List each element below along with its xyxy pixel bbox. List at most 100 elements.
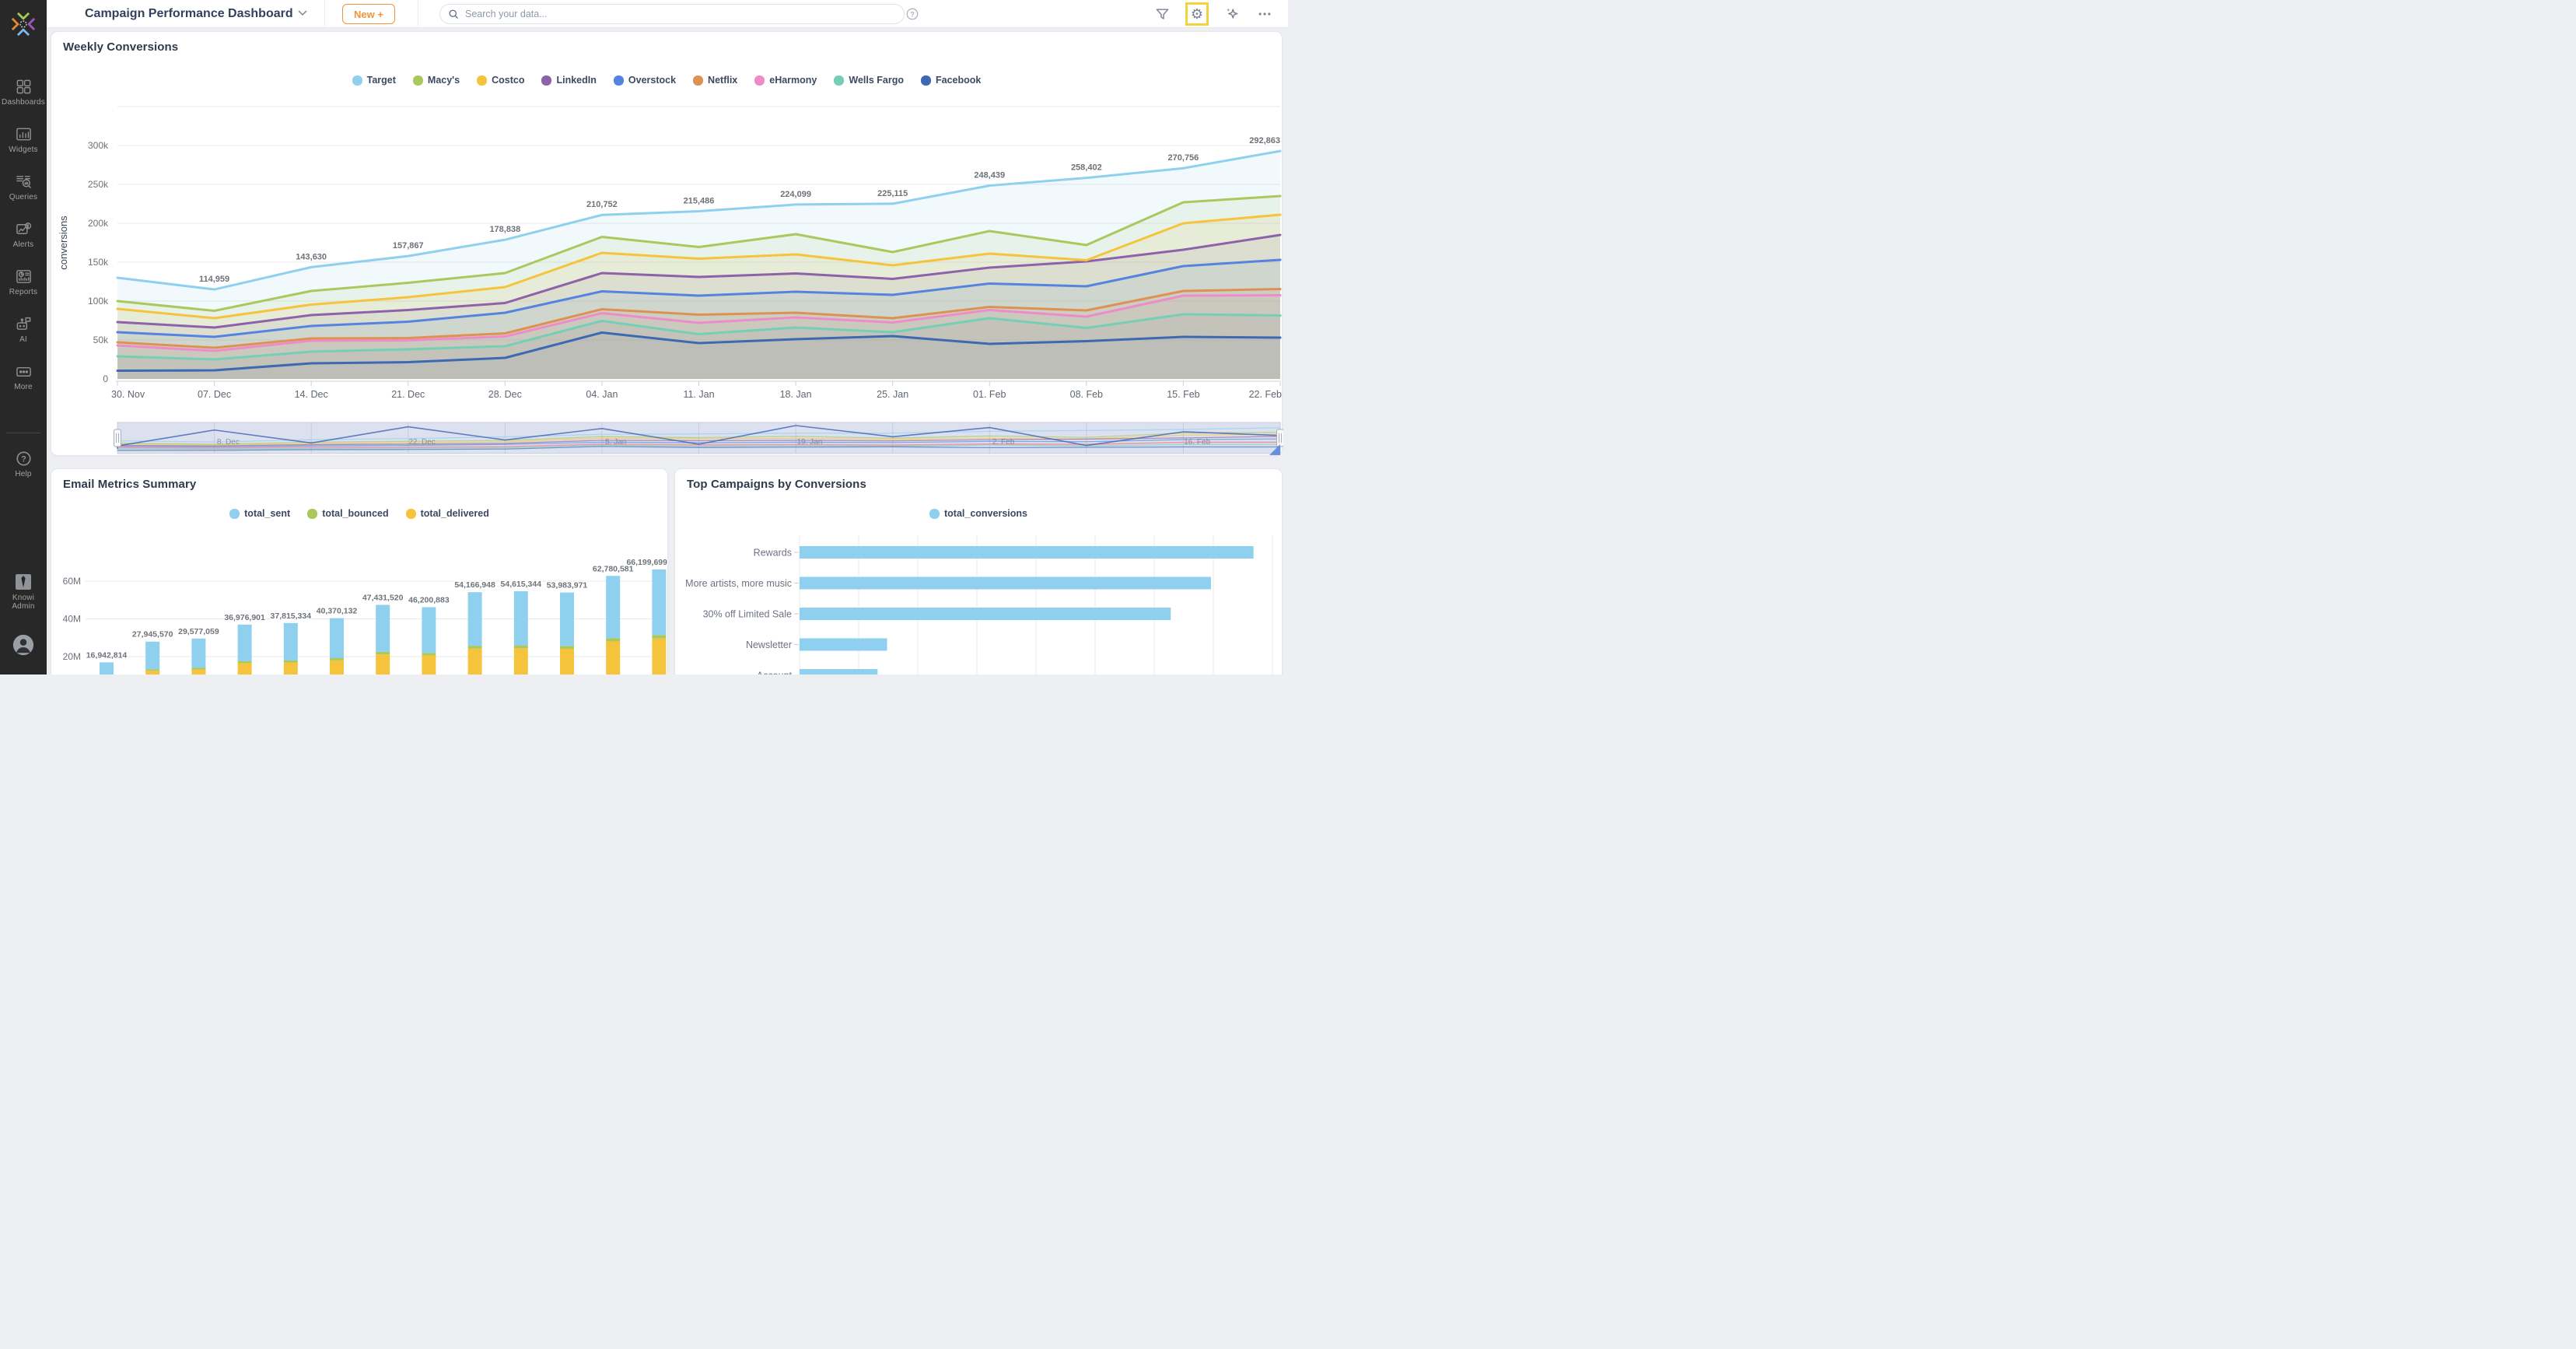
- bar-segment-total-delivered[interactable]: [376, 654, 390, 674]
- bar-account[interactable]: [800, 669, 877, 674]
- navigator-right-handle[interactable]: [1277, 429, 1284, 447]
- query-search-icon: [15, 173, 33, 191]
- bar-segment-total-sent[interactable]: [330, 618, 344, 658]
- sidebar-item-more[interactable]: More: [0, 353, 47, 401]
- gear-icon[interactable]: ⚙: [1188, 5, 1206, 23]
- bar-segment-total-delivered[interactable]: [652, 639, 666, 674]
- bar-segment-total-sent[interactable]: [376, 604, 390, 651]
- bar-newsletter[interactable]: [800, 639, 887, 651]
- bar-segment-total-bounced[interactable]: [191, 667, 205, 669]
- ellipsis-box-icon: [15, 363, 33, 380]
- search-icon: [448, 9, 460, 20]
- chevron-down-icon[interactable]: [298, 10, 307, 16]
- bar-segment-total-delivered[interactable]: [606, 641, 620, 674]
- navigator-date-label: 5. Jan: [605, 438, 626, 447]
- bar-segment-total-sent[interactable]: [514, 591, 528, 646]
- bar-segment-total-bounced[interactable]: [145, 669, 159, 671]
- bar-segment-total-delivered[interactable]: [330, 660, 344, 674]
- bar-segment-total-delivered[interactable]: [145, 671, 159, 674]
- bar-segment-total-delivered[interactable]: [422, 655, 436, 674]
- bar-segment-total-delivered[interactable]: [238, 663, 252, 674]
- sidebar-item-knowi-admin[interactable]: Knowi Admin: [0, 573, 47, 611]
- sidebar: Dashboards Widgets Queries Alerts Reports AI M…: [0, 0, 47, 674]
- y-axis-tick-label: 40M: [63, 614, 81, 625]
- filter-icon[interactable]: [1153, 5, 1171, 23]
- sidebar-item-label: Alerts: [13, 240, 34, 249]
- x-axis-tick-label: 30. Nov: [111, 389, 145, 400]
- bar-30-off-limited-sale[interactable]: [800, 608, 1171, 620]
- bar-segment-total-delivered[interactable]: [560, 649, 574, 674]
- point-data-label: 292,863: [1249, 136, 1280, 145]
- bar-segment-total-delivered[interactable]: [468, 649, 482, 674]
- x-axis-tick-label: 15. Feb: [1167, 389, 1199, 400]
- tie-icon: [14, 573, 33, 591]
- bar-segment-total-sent[interactable]: [238, 625, 252, 661]
- bar-segment-total-bounced[interactable]: [514, 646, 528, 649]
- navigator-date-label: 8. Dec: [217, 438, 240, 447]
- email-metrics-chart[interactable]: 20M40M60M16,942,81427,945,57029,577,0593…: [51, 469, 669, 674]
- more-ellipsis-icon[interactable]: [1255, 5, 1274, 23]
- search-input[interactable]: [465, 9, 896, 19]
- top-campaigns-chart[interactable]: RewardsMore artists, more music30% off L…: [675, 469, 1283, 674]
- sidebar-item-reports[interactable]: Reports: [0, 258, 47, 306]
- y-axis-tick-label: 250k: [88, 179, 109, 190]
- series-area-target[interactable]: [117, 151, 1280, 379]
- navigator-left-handle[interactable]: [114, 429, 121, 447]
- ai-sparkle-icon[interactable]: [1223, 5, 1241, 23]
- bar-segment-total-bounced[interactable]: [330, 658, 344, 660]
- report-icon: [15, 268, 33, 286]
- bar-segment-total-sent[interactable]: [145, 642, 159, 670]
- bar-segment-total-sent[interactable]: [284, 623, 298, 660]
- svg-text:?: ?: [910, 10, 915, 18]
- bar-segment-total-delivered[interactable]: [284, 663, 298, 674]
- bar-segment-total-delivered[interactable]: [191, 669, 205, 674]
- bar-segment-total-sent[interactable]: [652, 569, 666, 635]
- bar-more-artists-more-music[interactable]: [800, 577, 1211, 590]
- y-axis-tick-label: 200k: [88, 218, 109, 229]
- gear-highlight-box: ⚙: [1185, 2, 1209, 26]
- y-axis-tick-label: 50k: [93, 335, 109, 345]
- bar-segment-total-sent[interactable]: [606, 576, 620, 638]
- new-button[interactable]: New +: [342, 4, 395, 24]
- bar-segment-total-bounced[interactable]: [422, 653, 436, 655]
- bar-segment-total-bounced[interactable]: [284, 660, 298, 663]
- y-axis-tick-label: 0: [103, 373, 108, 384]
- bar-segment-total-sent[interactable]: [560, 593, 574, 646]
- x-axis-tick-label: 22. Feb: [1249, 389, 1282, 400]
- bar-rewards[interactable]: [800, 546, 1254, 559]
- sidebar-item-label: AI: [19, 335, 27, 344]
- dashboard-content: Weekly Conversions TargetMacy'sCostcoLin…: [47, 28, 1288, 674]
- knowi-logo-icon[interactable]: [10, 11, 37, 37]
- point-data-label: 224,099: [780, 190, 811, 199]
- bar-segment-total-bounced[interactable]: [468, 646, 482, 649]
- sidebar-item-dashboards[interactable]: Dashboards: [0, 68, 47, 116]
- y-axis-title: conversions: [58, 215, 69, 270]
- bar-segment-total-delivered[interactable]: [514, 648, 528, 674]
- bar-value-label: 37,815,334: [271, 611, 312, 621]
- bar-segment-total-bounced[interactable]: [606, 638, 620, 641]
- user-avatar[interactable]: [12, 633, 35, 657]
- sidebar-item-help[interactable]: ? Help: [0, 440, 47, 488]
- x-axis-tick-label: 28. Dec: [488, 389, 522, 400]
- sidebar-item-queries[interactable]: Queries: [0, 163, 47, 211]
- y-axis-tick-label: 60M: [63, 576, 81, 587]
- x-axis-tick-label: 21. Dec: [391, 389, 425, 400]
- sidebar-item-ai[interactable]: AI: [0, 306, 47, 353]
- sidebar-nav: Dashboards Widgets Queries Alerts Reports AI M…: [0, 68, 47, 401]
- bar-segment-total-sent[interactable]: [422, 607, 436, 653]
- question-circle-icon[interactable]: ?: [905, 7, 919, 21]
- bar-segment-total-bounced[interactable]: [238, 661, 252, 664]
- bar-segment-total-sent[interactable]: [100, 662, 114, 674]
- sidebar-item-label: Widgets: [9, 145, 38, 154]
- sidebar-item-alerts[interactable]: Alerts: [0, 211, 47, 258]
- bar-segment-total-bounced[interactable]: [652, 635, 666, 638]
- weekly-conversions-chart[interactable]: 050k100k150k200k250k300kconversions30. N…: [51, 32, 1283, 457]
- bar-value-label: 46,200,883: [408, 595, 450, 604]
- bar-segment-total-sent[interactable]: [191, 639, 205, 668]
- bar-segment-total-sent[interactable]: [468, 592, 482, 646]
- search-bar[interactable]: [439, 4, 905, 24]
- bar-segment-total-bounced[interactable]: [560, 646, 574, 649]
- bar-value-label: 40,370,132: [317, 607, 358, 616]
- sidebar-item-widgets[interactable]: Widgets: [0, 116, 47, 163]
- bar-segment-total-bounced[interactable]: [376, 652, 390, 654]
